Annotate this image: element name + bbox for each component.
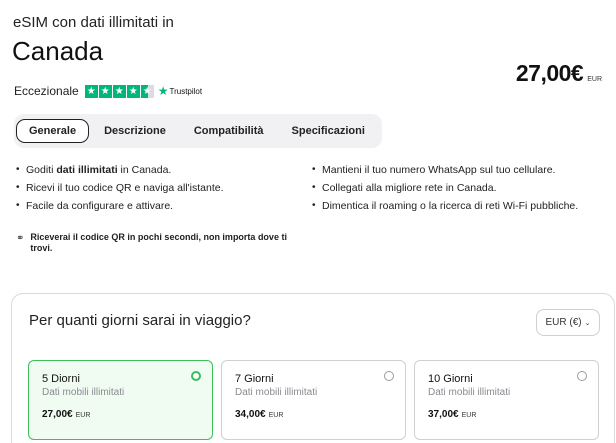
- feature-item: Facile da configurare e attivare.: [16, 200, 312, 212]
- plan-price-currency: EUR: [75, 412, 91, 419]
- plan-data: Dati mobili illimitati: [235, 387, 318, 398]
- tab-generale[interactable]: Generale: [16, 119, 90, 143]
- tab-descrizione[interactable]: Descrizione: [91, 119, 179, 143]
- star-half-icon: ★: [140, 84, 154, 98]
- trustpilot-logo: ★ Trustpilot: [158, 84, 202, 98]
- tab-specificazioni[interactable]: Specificazioni: [279, 119, 378, 143]
- main-price: 27,00€ EUR: [516, 60, 602, 87]
- plan-card-5-days[interactable]: 5 Diorni Dati mobili illimitati 27,00€ E…: [28, 360, 213, 440]
- currency-select[interactable]: EUR (€) ⌄: [536, 309, 600, 336]
- radio-icon[interactable]: [577, 371, 587, 381]
- plan-data: Dati mobili illimitati: [42, 387, 125, 398]
- plan-price: 34,00€ EUR: [235, 409, 283, 420]
- page-title: Canada: [12, 36, 104, 66]
- qr-note-text: Riceverai il codice QR in pochi secondi,…: [30, 232, 287, 253]
- plan-price-amount: 37,00€: [428, 409, 459, 420]
- tag-icon: ⚭: [16, 233, 25, 244]
- product-tabs: Generale Descrizione Compatibilità Speci…: [14, 114, 382, 148]
- feature-column-right: Mantieni il tuo numero WhatsApp sul tuo …: [312, 164, 578, 218]
- feature-item: Collegati alla migliore rete in Canada.: [312, 182, 578, 194]
- chevron-down-icon: ⌄: [584, 319, 591, 327]
- feature-item: Goditi dati illimitati in Canada.: [16, 164, 312, 176]
- price-currency: EUR: [587, 76, 602, 83]
- feature-item: Dimentica il roaming o la ricerca di ret…: [312, 200, 578, 212]
- plan-card-10-days[interactable]: 10 Giorni Dati mobili illimitati 37,00€ …: [414, 360, 599, 440]
- plan-days: 10 Giorni: [428, 373, 473, 385]
- plan-data: Dati mobili illimitati: [428, 387, 511, 398]
- qr-note: ⚭ Riceverai il codice QR in pochi second…: [16, 232, 296, 254]
- trustpilot-name: Trustpilot: [169, 86, 203, 96]
- star-icon: ★: [126, 84, 140, 98]
- price-amount: 27,00€: [515, 60, 584, 86]
- plan-price-amount: 34,00€: [235, 409, 266, 420]
- plan-days: 7 Giorni: [235, 373, 274, 385]
- days-selector-panel: Per quanti giorni sarai in viaggio? EUR …: [11, 293, 615, 443]
- plan-days: 5 Diorni: [42, 373, 80, 385]
- product-subtitle: eSIM con dati illimitati in: [13, 14, 174, 31]
- radio-icon[interactable]: [384, 371, 394, 381]
- plan-price: 37,00€ EUR: [428, 409, 476, 420]
- rating-label: Eccezionale: [14, 84, 79, 98]
- rating-stars: ★ ★ ★ ★ ★: [84, 84, 154, 98]
- currency-label: EUR (€): [545, 317, 582, 328]
- feature-column-left: Goditi dati illimitati in Canada. Ricevi…: [16, 164, 312, 218]
- days-question: Per quanti giorni sarai in viaggio?: [29, 312, 251, 329]
- plan-price-currency: EUR: [461, 412, 477, 419]
- radio-selected-icon[interactable]: [191, 371, 201, 381]
- feature-item: Ricevi il tuo codice QR e naviga all'ist…: [16, 182, 312, 194]
- star-icon: ★: [98, 84, 112, 98]
- plan-price-currency: EUR: [268, 412, 284, 419]
- star-icon: ★: [112, 84, 126, 98]
- feature-item: Mantieni il tuo numero WhatsApp sul tuo …: [312, 164, 578, 176]
- plan-price-amount: 27,00€: [42, 409, 73, 420]
- star-icon: ★: [84, 84, 98, 98]
- trustpilot-star-icon: ★: [157, 84, 169, 98]
- feature-list: Goditi dati illimitati in Canada. Ricevi…: [16, 164, 606, 218]
- trustpilot-rating[interactable]: Eccezionale ★ ★ ★ ★ ★ ★ Trustpilot: [14, 84, 202, 98]
- plan-card-7-days[interactable]: 7 Giorni Dati mobili illimitati 34,00€ E…: [221, 360, 406, 440]
- plan-price: 27,00€ EUR: [42, 409, 90, 420]
- tab-compatibilita[interactable]: Compatibilità: [181, 119, 277, 143]
